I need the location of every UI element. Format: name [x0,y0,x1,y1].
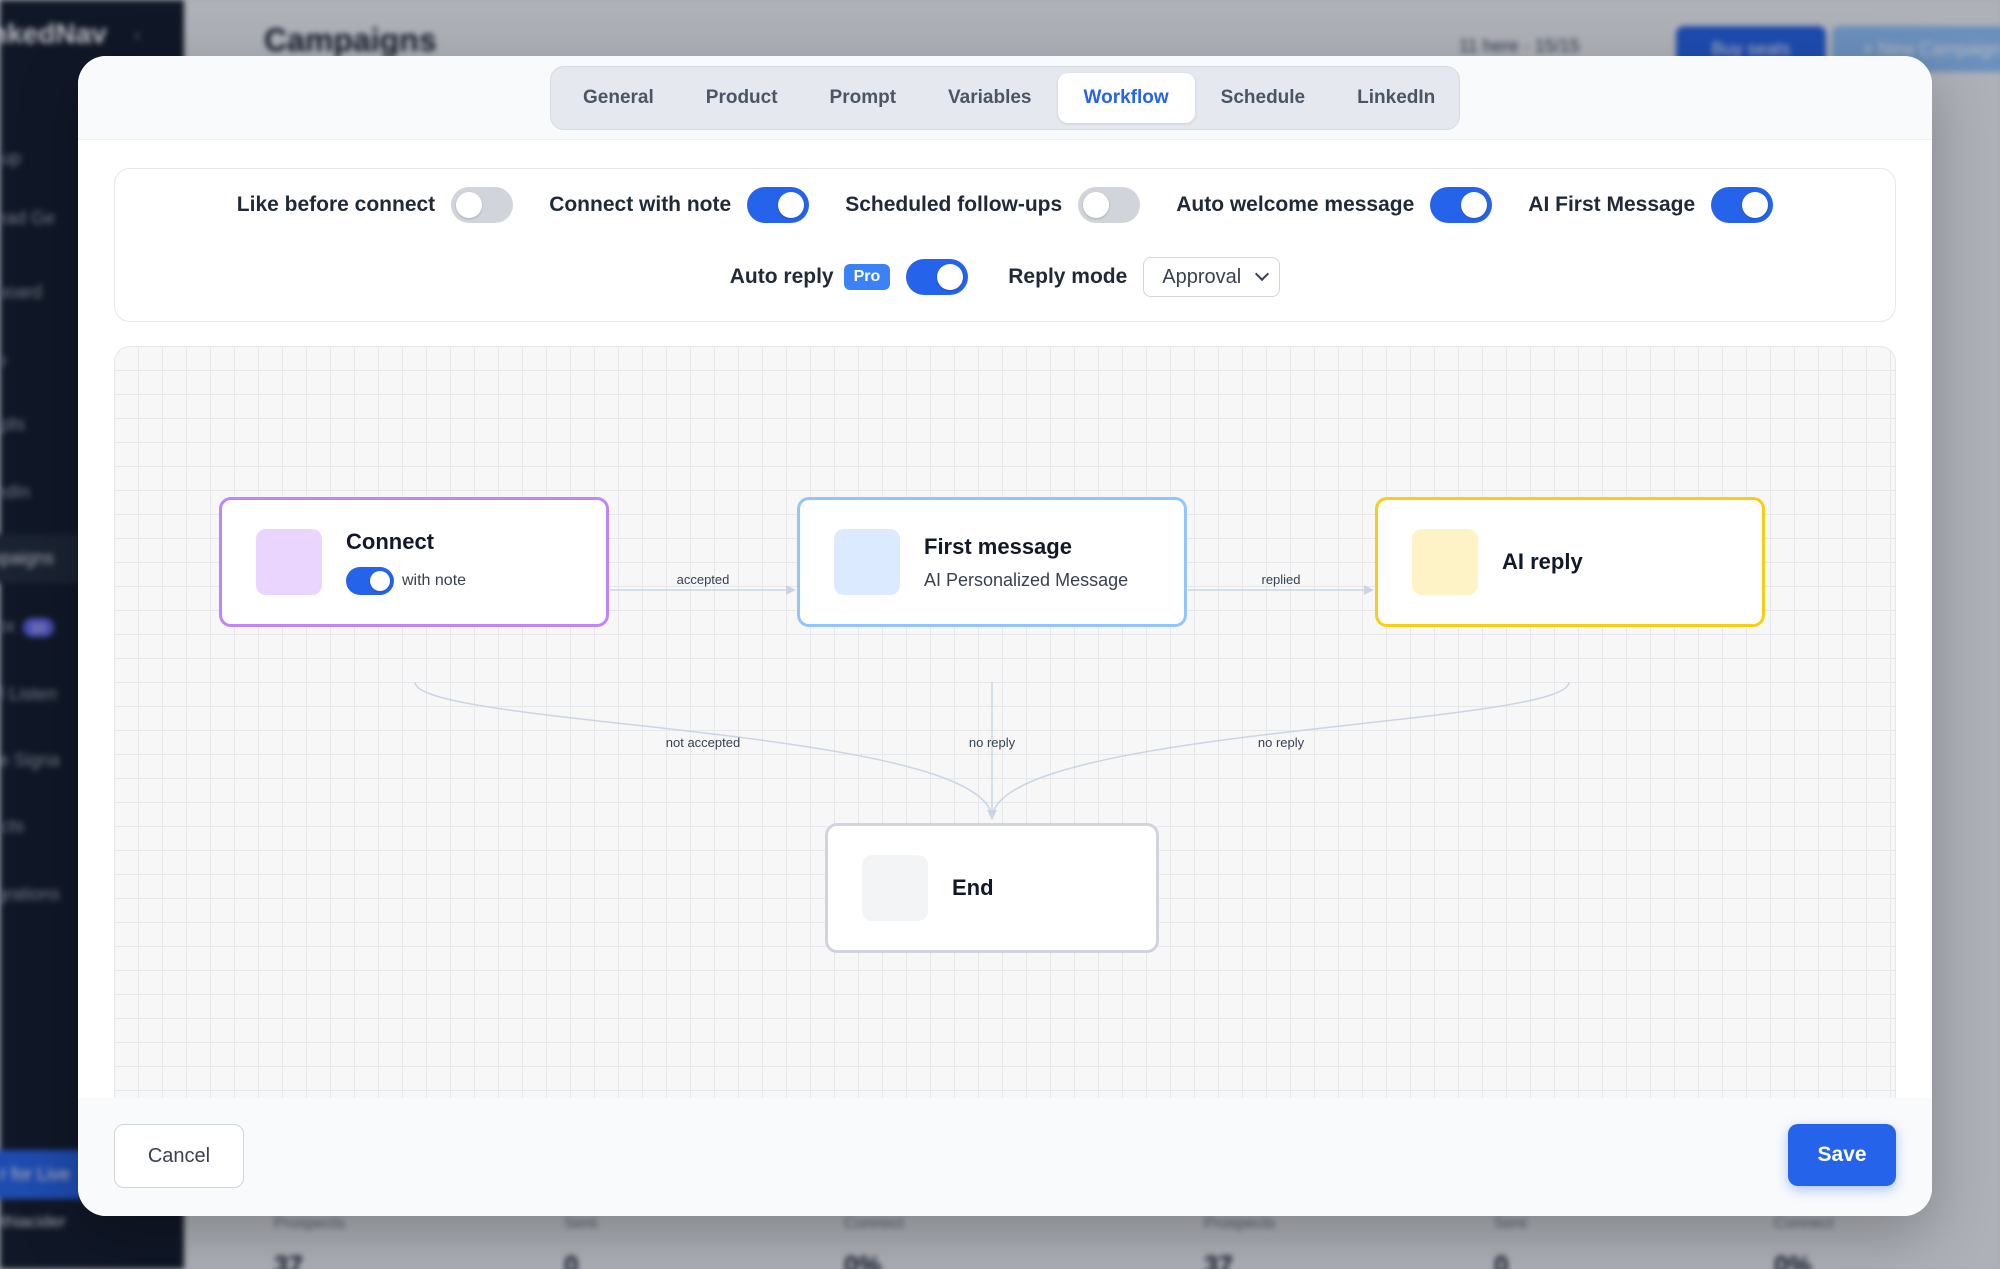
toggle-knob [370,571,390,591]
pro-badge: Pro [843,264,891,290]
tab-schedule[interactable]: Schedule [1195,73,1331,123]
auto-reply-setting: Auto reply Pro [730,259,969,295]
node-connect[interactable]: Connect with note [219,497,609,627]
edge-label-replied: replied [1261,572,1300,587]
workflow-canvas[interactable]: accepted replied not accepted no reply n… [114,346,1896,1166]
settings-row: Auto reply Pro Reply mode Approval [115,257,1895,297]
node-subtitle: with note [402,572,467,589]
node-icon [862,855,928,921]
connect-note-toggle[interactable] [346,567,394,595]
node-title: Connect [346,529,434,554]
node-ai-reply[interactable]: AI reply [1375,497,1765,627]
tab-workflow[interactable]: Workflow [1057,73,1195,123]
auto-reply-toggle[interactable] [906,259,969,295]
auto-welcome-toggle[interactable] [1430,187,1493,223]
toggle-knob [778,192,805,218]
node-icon [834,529,900,595]
node-icon [256,529,322,595]
edge-label-not-accepted: not accepted [666,735,740,750]
tab-prompt[interactable]: Prompt [804,73,923,123]
connect-with-note-toggle[interactable] [747,187,810,223]
tab-linkedin[interactable]: LinkedIn [1331,73,1461,123]
ai-first-message-setting: AI First Message [1528,187,1774,223]
edge-label-no-reply: no reply [969,735,1016,750]
save-button[interactable]: Save [1788,1124,1896,1186]
like-before-connect-label: Like before connect [236,193,436,216]
tab-general[interactable]: General [557,73,680,123]
tab-variables[interactable]: Variables [922,73,1057,123]
edge-label-accepted: accepted [677,572,730,587]
scheduled-followups-setting: Scheduled follow-ups [845,187,1141,223]
cancel-button[interactable]: Cancel [114,1124,244,1188]
reply-mode-setting: Reply mode Approval [1008,257,1281,297]
like-before-connect-toggle[interactable] [451,187,514,223]
tab-product[interactable]: Product [680,73,804,123]
reply-mode-value: Approval [1162,265,1242,288]
auto-welcome-setting: Auto welcome message [1176,187,1493,223]
node-first-message[interactable]: First message AI Personalized Message [797,497,1187,627]
ai-first-message-toggle[interactable] [1711,187,1774,223]
toggle-knob [1461,192,1488,218]
scheduled-followups-label: Scheduled follow-ups [845,193,1063,216]
like-before-connect-setting: Like before connect [236,187,514,223]
node-end[interactable]: End [825,823,1159,953]
toggle-knob [1742,192,1769,218]
reply-mode-select[interactable]: Approval [1143,257,1281,297]
ai-first-message-label: AI First Message [1528,193,1696,216]
modal-header: General Product Prompt Variables Workflo… [78,56,1932,140]
node-title: AI reply [1502,549,1583,574]
chevron-down-icon [1255,266,1270,282]
node-subtitle: AI Personalized Message [924,569,1129,590]
campaign-settings-modal: General Product Prompt Variables Workflo… [78,56,1932,1216]
connect-with-note-label: Connect with note [549,193,732,216]
auto-welcome-label: Auto welcome message [1176,193,1415,216]
auto-reply-label: Auto reply [729,265,834,288]
node-icon [1412,529,1478,595]
connect-with-note-setting: Connect with note [549,187,810,223]
edge-label-no-reply: no reply [1258,735,1305,750]
reply-mode-label: Reply mode [1008,265,1128,288]
toggle-knob [456,192,483,218]
modal-footer: Cancel Save [78,1098,1932,1216]
toggle-knob [1083,192,1110,218]
settings-row: Like before connect Connect with note Sc… [115,187,1895,223]
workflow-edges: accepted replied not accepted no reply n… [414,572,1570,820]
edge-not-accepted [414,681,997,820]
scheduled-followups-toggle[interactable] [1078,187,1141,223]
toggle-knob [937,264,964,290]
node-title: First message [924,533,1072,559]
tab-bar: General Product Prompt Variables Workflo… [550,66,1460,130]
edge-no-reply-ai [991,681,1570,820]
node-title: End [952,875,994,900]
workflow-settings-panel: Like before connect Connect with note Sc… [114,168,1896,322]
